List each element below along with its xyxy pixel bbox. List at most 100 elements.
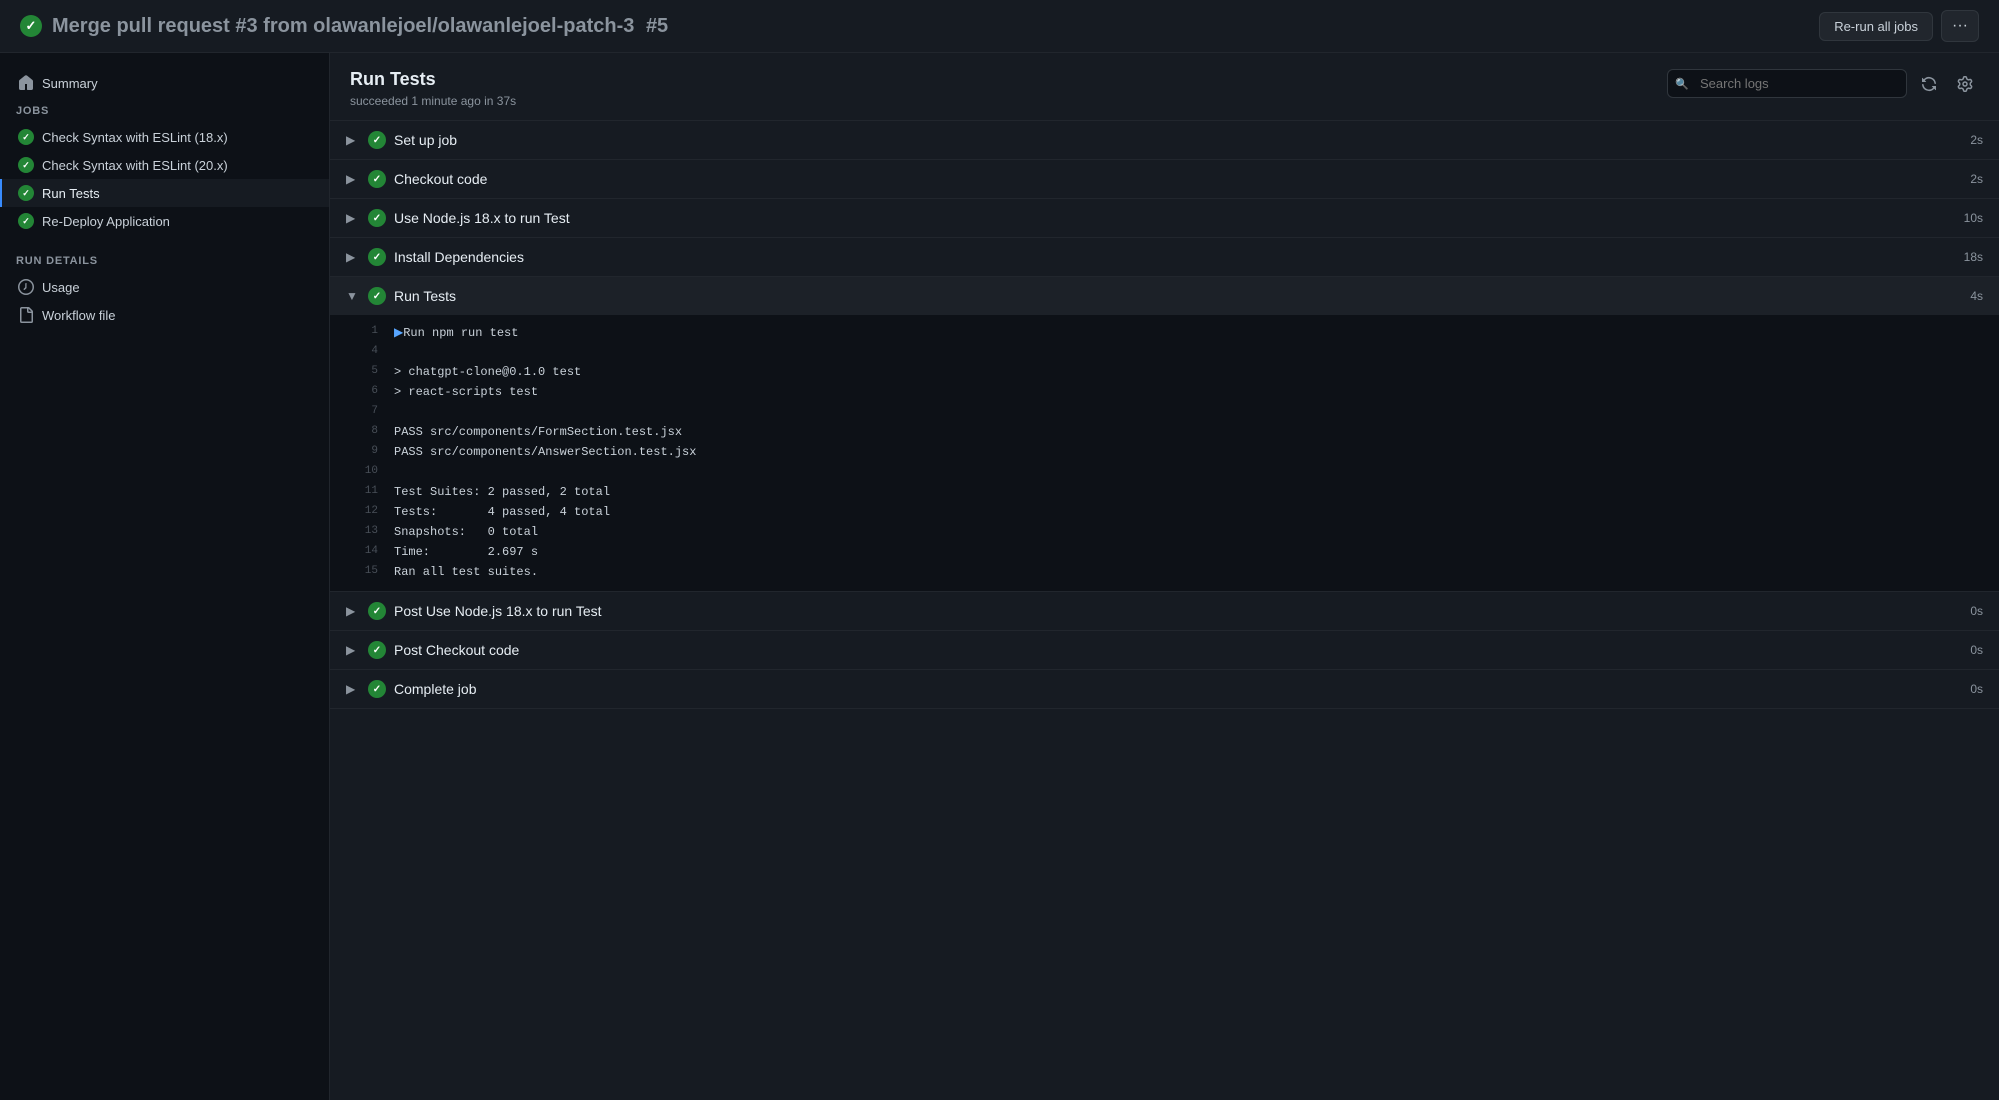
line-number: 15 (346, 565, 378, 577)
line-number: 8 (346, 425, 378, 437)
usage-label: Usage (42, 280, 80, 295)
sidebar: Summary Jobs Check Syntax with ESLint (1… (0, 53, 330, 1100)
line-content: > react-scripts test (394, 385, 1983, 399)
step-install-header[interactable]: ▶ Install Dependencies 18s (330, 238, 1999, 276)
line-content: Tests: 4 passed, 4 total (394, 505, 1983, 519)
step-nodejs-duration: 10s (1964, 211, 1983, 225)
step-status-icon (368, 209, 386, 227)
line-content: PASS src/components/AnswerSection.test.j… (394, 445, 1983, 459)
line-content: ▶Run npm run test (394, 325, 1983, 340)
step-post-nodejs-header[interactable]: ▶ Post Use Node.js 18.x to run Test 0s (330, 592, 1999, 630)
log-line: 10 (330, 463, 1999, 483)
chevron-right-icon: ▶ (346, 250, 360, 264)
run-number: #5 (646, 15, 668, 37)
sidebar-item-job-1[interactable]: Check Syntax with ESLint (18.x) (0, 123, 329, 151)
log-line: 1 ▶Run npm run test (330, 323, 1999, 343)
step-install-name: Install Dependencies (394, 249, 1956, 265)
chevron-right-icon: ▶ (346, 643, 360, 657)
step-checkout-header[interactable]: ▶ Checkout code 2s (330, 160, 1999, 198)
log-line: 11 Test Suites: 2 passed, 2 total (330, 483, 1999, 503)
log-line: 14 Time: 2.697 s (330, 543, 1999, 563)
step-setup-name: Set up job (394, 132, 1962, 148)
step-setup: ▶ Set up job 2s (330, 121, 1999, 160)
content-panel: Run Tests succeeded 1 minute ago in 37s (330, 53, 1999, 1100)
chevron-down-icon: ▼ (346, 289, 360, 303)
run-details-title: Run details (0, 247, 329, 273)
run-details-section: Run details Usage Workflow file (0, 247, 329, 329)
job-label-3: Run Tests (42, 186, 100, 201)
header-actions: Re-run all jobs ··· (1819, 10, 1979, 42)
log-line: 8 PASS src/components/FormSection.test.j… (330, 423, 1999, 443)
step-complete-name: Complete job (394, 681, 1962, 697)
summary-label: Summary (42, 76, 98, 91)
step-post-checkout-header[interactable]: ▶ Post Checkout code 0s (330, 631, 1999, 669)
settings-button[interactable] (1951, 70, 1979, 98)
step-post-checkout-name: Post Checkout code (394, 642, 1962, 658)
chevron-right-icon: ▶ (346, 682, 360, 696)
log-line: 12 Tests: 4 passed, 4 total (330, 503, 1999, 523)
step-status-icon (368, 602, 386, 620)
step-complete-duration: 0s (1970, 682, 1983, 696)
run-status-icon (20, 15, 42, 37)
step-complete: ▶ Complete job 0s (330, 670, 1999, 709)
line-number: 9 (346, 445, 378, 457)
content-subtitle: succeeded 1 minute ago in 37s (350, 94, 516, 108)
sidebar-item-job-4[interactable]: Re-Deploy Application (0, 207, 329, 235)
step-setup-header[interactable]: ▶ Set up job 2s (330, 121, 1999, 159)
more-options-button[interactable]: ··· (1941, 10, 1979, 42)
line-number: 4 (346, 345, 378, 357)
step-post-checkout-duration: 0s (1970, 643, 1983, 657)
search-logs-input[interactable] (1667, 69, 1907, 98)
refresh-button[interactable] (1915, 70, 1943, 98)
sidebar-item-job-2[interactable]: Check Syntax with ESLint (20.x) (0, 151, 329, 179)
log-line: 9 PASS src/components/AnswerSection.test… (330, 443, 1999, 463)
jobs-section-title: Jobs (0, 97, 329, 123)
chevron-right-icon: ▶ (346, 211, 360, 225)
content-header-right (1667, 69, 1979, 98)
title-text: Merge pull request #3 from olawanlejoel/… (52, 15, 634, 37)
line-number: 11 (346, 485, 378, 497)
sidebar-item-job-3[interactable]: Run Tests (0, 179, 329, 207)
sidebar-item-usage[interactable]: Usage (0, 273, 329, 301)
sidebar-item-workflow-file[interactable]: Workflow file (0, 301, 329, 329)
step-status-icon (368, 131, 386, 149)
job-label-1: Check Syntax with ESLint (18.x) (42, 130, 228, 145)
page-header: Merge pull request #3 from olawanlejoel/… (0, 0, 1999, 53)
content-title: Run Tests (350, 69, 516, 90)
step-status-icon (368, 641, 386, 659)
job-status-icon-4 (18, 213, 34, 229)
line-number: 13 (346, 525, 378, 537)
log-line: 7 (330, 403, 1999, 423)
job-status-icon-1 (18, 129, 34, 145)
log-content: ▶ Set up job 2s ▶ Checkout code 2s ▶ (330, 121, 1999, 1100)
step-checkout: ▶ Checkout code 2s (330, 160, 1999, 199)
log-lines-run-tests: 1 ▶Run npm run test 4 5 > chatgpt-clone@… (330, 315, 1999, 591)
job-status-icon-3 (18, 185, 34, 201)
job-status-icon-2 (18, 157, 34, 173)
sidebar-item-summary[interactable]: Summary (0, 69, 329, 97)
main-layout: Summary Jobs Check Syntax with ESLint (1… (0, 53, 1999, 1100)
step-install-duration: 18s (1964, 250, 1983, 264)
step-post-nodejs-name: Post Use Node.js 18.x to run Test (394, 603, 1962, 619)
step-nodejs-header[interactable]: ▶ Use Node.js 18.x to run Test 10s (330, 199, 1999, 237)
step-checkout-duration: 2s (1970, 172, 1983, 186)
job-label-4: Re-Deploy Application (42, 214, 170, 229)
line-content: PASS src/components/FormSection.test.jsx (394, 425, 1983, 439)
log-line: 6 > react-scripts test (330, 383, 1999, 403)
step-post-nodejs-duration: 0s (1970, 604, 1983, 618)
step-install: ▶ Install Dependencies 18s (330, 238, 1999, 277)
rerun-all-jobs-button[interactable]: Re-run all jobs (1819, 12, 1933, 41)
step-nodejs: ▶ Use Node.js 18.x to run Test 10s (330, 199, 1999, 238)
step-run-tests-duration: 4s (1970, 289, 1983, 303)
step-run-tests-header[interactable]: ▼ Run Tests 4s (330, 277, 1999, 315)
step-nodejs-name: Use Node.js 18.x to run Test (394, 210, 1956, 226)
content-header-left: Run Tests succeeded 1 minute ago in 37s (350, 69, 516, 108)
log-line: 4 (330, 343, 1999, 363)
line-number: 1 (346, 325, 378, 337)
step-status-icon (368, 170, 386, 188)
log-line: 13 Snapshots: 0 total (330, 523, 1999, 543)
step-complete-header[interactable]: ▶ Complete job 0s (330, 670, 1999, 708)
line-content: Ran all test suites. (394, 565, 1983, 579)
step-setup-duration: 2s (1970, 133, 1983, 147)
home-icon (18, 75, 34, 91)
